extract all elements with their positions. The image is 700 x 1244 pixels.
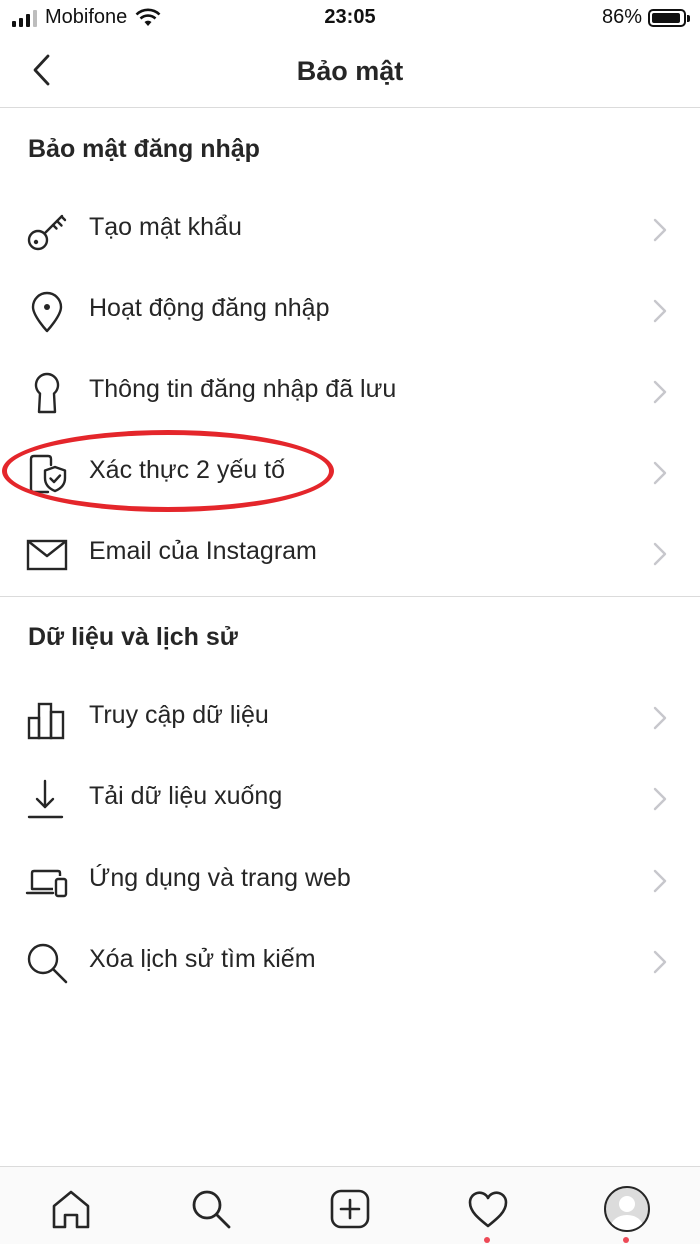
tab-search[interactable]: [183, 1181, 239, 1237]
chevron-right-icon: [653, 869, 667, 893]
laptop-phone-icon: [24, 859, 70, 905]
menu-item-label: Truy cập dữ liệu: [89, 701, 269, 729]
keyhole-icon: [24, 370, 70, 416]
menu-item-label: Hoạt động đăng nhập: [89, 294, 330, 322]
menu-item-instagram-email[interactable]: Email của Instagram: [0, 514, 700, 594]
tab-profile[interactable]: [599, 1181, 655, 1243]
menu-item-two-factor-auth[interactable]: Xác thực 2 yếu tố: [0, 433, 700, 513]
menu-item-download-data[interactable]: Tải dữ liệu xuống: [0, 759, 700, 839]
menu-item-login-activity[interactable]: Hoạt động đăng nhập: [0, 271, 700, 351]
menu-item-access-data[interactable]: Truy cập dữ liệu: [0, 678, 700, 758]
new-post-icon: [330, 1189, 370, 1229]
heart-icon: [468, 1191, 508, 1228]
menu-item-label: Tải dữ liệu xuống: [89, 782, 283, 810]
notification-dot: [484, 1237, 490, 1243]
envelope-icon: [24, 532, 70, 578]
menu-item-label: Ứng dụng và trang web: [89, 864, 351, 892]
battery-icon: [648, 8, 690, 27]
section-title-login-security: Bảo mật đăng nhập: [28, 135, 260, 163]
menu-item-clear-search-history[interactable]: Xóa lịch sử tìm kiếm: [0, 922, 700, 1002]
shield-phone-icon: [24, 451, 70, 497]
tab-activity[interactable]: [460, 1181, 516, 1243]
tab-home[interactable]: [43, 1181, 99, 1237]
key-icon: [24, 208, 70, 254]
tab-new-post[interactable]: [322, 1181, 378, 1237]
menu-item-saved-login-info[interactable]: Thông tin đăng nhập đã lưu: [0, 352, 700, 432]
chevron-right-icon: [653, 787, 667, 811]
chevron-right-icon: [653, 380, 667, 404]
profile-avatar-icon: [604, 1186, 650, 1232]
notification-dot: [623, 1237, 629, 1243]
search-icon: [24, 940, 70, 986]
chevron-right-icon: [653, 218, 667, 242]
bar-chart-icon: [24, 696, 70, 742]
menu-item-label: Xác thực 2 yếu tố: [89, 456, 286, 484]
chevron-right-icon: [653, 542, 667, 566]
section-title-data-history: Dữ liệu và lịch sử: [28, 623, 238, 651]
clock: 23:05: [324, 6, 376, 28]
home-icon: [52, 1190, 90, 1229]
navigation-header: Bảo mật: [0, 36, 700, 108]
menu-item-label: Tạo mật khẩu: [89, 213, 242, 241]
chevron-right-icon: [653, 461, 667, 485]
menu-item-label: Xóa lịch sử tìm kiếm: [89, 945, 316, 973]
battery-percentage: 86%: [601, 6, 642, 28]
menu-item-create-password[interactable]: Tạo mật khẩu: [0, 190, 700, 270]
status-bar: Mobifone 23:05 86%: [0, 0, 700, 36]
bottom-tab-bar: [0, 1166, 700, 1244]
location-pin-icon: [24, 289, 70, 335]
chevron-right-icon: [653, 706, 667, 730]
menu-item-apps-websites[interactable]: Ứng dụng và trang web: [0, 841, 700, 921]
download-icon: [24, 777, 70, 823]
status-bar-right: 86%: [601, 6, 690, 29]
section-divider: [0, 596, 700, 597]
chevron-right-icon: [653, 299, 667, 323]
search-icon: [192, 1190, 231, 1229]
menu-item-label: Thông tin đăng nhập đã lưu: [89, 375, 397, 403]
menu-item-label: Email của Instagram: [89, 537, 317, 565]
chevron-right-icon: [653, 950, 667, 974]
page-title: Bảo mật: [296, 56, 404, 86]
